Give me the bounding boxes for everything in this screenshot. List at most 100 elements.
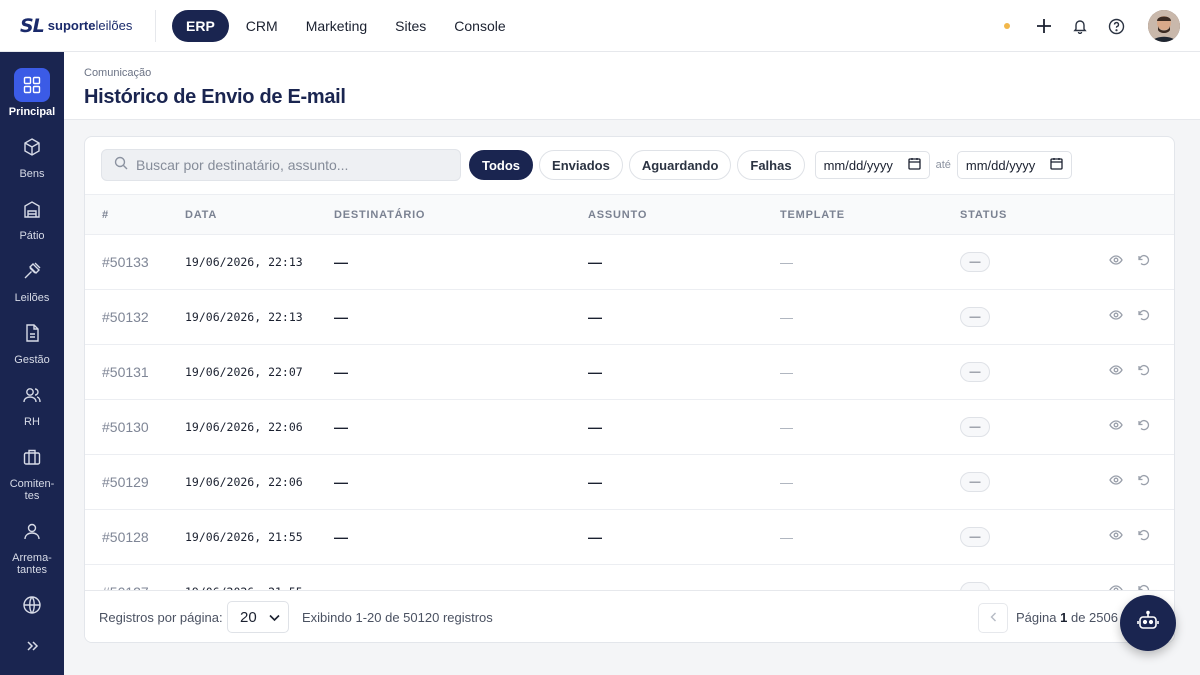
resend-icon[interactable] xyxy=(1137,528,1151,547)
chatbot-button[interactable] xyxy=(1120,595,1176,651)
row-actions xyxy=(1109,290,1151,344)
email-template: — xyxy=(780,419,793,435)
resend-icon[interactable] xyxy=(1137,473,1151,492)
brand-logo[interactable]: SL suporteleilões xyxy=(0,9,156,42)
sidebar: Principal Bens Pátio Leilões Gestão RH C… xyxy=(0,52,64,675)
per-page-value: 20 xyxy=(240,608,257,626)
top-actions xyxy=(1004,10,1180,42)
sidebar-item-comitentes[interactable]: Comiten- tes xyxy=(0,440,64,502)
sidebar-item-label: Gestão xyxy=(14,354,50,366)
view-icon[interactable] xyxy=(1109,418,1123,437)
sidebar-item-label: Pátio xyxy=(19,230,45,242)
table-row[interactable]: #50132 19/06/2026, 22:13 — — — — xyxy=(85,290,1174,345)
per-page-select[interactable]: 20 xyxy=(227,601,289,633)
table-header: # DATA DESTINATÁRIO ASSUNTO TEMPLATE STA… xyxy=(85,194,1174,235)
sidebar-item-label: Leilões xyxy=(14,292,50,304)
globe-icon xyxy=(14,588,50,622)
resend-icon[interactable] xyxy=(1137,308,1151,327)
logo-mark: SL xyxy=(20,14,45,37)
date-from-value: mm/dd/yyyy xyxy=(823,157,893,173)
status-dot xyxy=(1004,23,1010,29)
main-nav: ERP CRM Marketing Sites Console xyxy=(172,9,517,42)
sidebar-item-principal[interactable]: Principal xyxy=(0,68,64,118)
email-subject: — xyxy=(588,364,602,380)
expand-sidebar-icon[interactable] xyxy=(22,638,42,659)
sidebar-item-leiloes[interactable]: Leilões xyxy=(0,254,64,304)
column-header-status: STATUS xyxy=(960,209,1008,221)
sidebar-item-bens[interactable]: Bens xyxy=(0,130,64,180)
table-row[interactable]: #50129 19/06/2026, 22:06 — — — — xyxy=(85,455,1174,510)
row-actions xyxy=(1109,455,1151,509)
email-date: 19/06/2026, 22:06 xyxy=(185,475,303,489)
search-input[interactable] xyxy=(136,157,456,173)
row-actions xyxy=(1109,400,1151,454)
row-actions xyxy=(1109,345,1151,399)
email-recipient: — xyxy=(334,309,348,325)
filters-bar: Todos Enviados Aguardando Falhas mm/dd/y… xyxy=(101,149,1072,181)
email-date: 19/06/2026, 22:13 xyxy=(185,255,303,269)
sidebar-item-gestao[interactable]: Gestão xyxy=(0,316,64,366)
view-icon[interactable] xyxy=(1109,528,1123,547)
view-icon[interactable] xyxy=(1109,308,1123,327)
email-id: #50130 xyxy=(102,419,149,435)
box-icon xyxy=(14,130,50,164)
breadcrumb[interactable]: Comunicação xyxy=(84,67,151,79)
filter-chip-todos[interactable]: Todos xyxy=(469,150,534,180)
email-recipient: — xyxy=(334,254,348,270)
resend-icon[interactable] xyxy=(1137,253,1151,272)
avatar[interactable] xyxy=(1148,10,1180,42)
sidebar-item-sites[interactable] xyxy=(0,588,64,626)
user-icon xyxy=(14,514,50,548)
table-row[interactable]: #50130 19/06/2026, 22:06 — — — — xyxy=(85,400,1174,455)
email-subject: — xyxy=(588,529,602,545)
nav-marketing[interactable]: Marketing xyxy=(295,10,378,42)
table-row[interactable]: #50133 19/06/2026, 22:13 — — — — xyxy=(85,235,1174,290)
status-badge: — xyxy=(960,307,990,327)
nav-console[interactable]: Console xyxy=(443,10,516,42)
table-row[interactable]: #50128 19/06/2026, 21:55 — — — — xyxy=(85,510,1174,565)
email-date: 19/06/2026, 22:07 xyxy=(185,365,303,379)
previous-page-button[interactable] xyxy=(978,603,1008,633)
email-id: #50132 xyxy=(102,309,149,325)
bell-icon[interactable] xyxy=(1070,16,1090,36)
grid-icon xyxy=(14,68,50,102)
sidebar-item-arrematantes[interactable]: Arrema- tantes xyxy=(0,514,64,576)
filter-chip-enviados[interactable]: Enviados xyxy=(539,150,623,180)
filter-chip-aguardando[interactable]: Aguardando xyxy=(628,150,732,180)
sidebar-item-rh[interactable]: RH xyxy=(0,378,64,428)
status-cell: — xyxy=(960,400,990,454)
date-from-field[interactable]: mm/dd/yyyy xyxy=(814,151,930,179)
nav-erp[interactable]: ERP xyxy=(172,9,229,42)
help-icon[interactable] xyxy=(1106,16,1126,36)
sidebar-item-patio[interactable]: Pátio xyxy=(0,192,64,242)
status-cell: — xyxy=(960,235,990,289)
view-icon[interactable] xyxy=(1109,363,1123,382)
sidebar-item-label: Comiten- tes xyxy=(9,478,55,502)
resend-icon[interactable] xyxy=(1137,418,1151,437)
plus-icon[interactable] xyxy=(1034,16,1054,36)
nav-crm[interactable]: CRM xyxy=(235,10,289,42)
email-template: — xyxy=(780,364,793,380)
sidebar-item-label: RH xyxy=(24,416,40,428)
nav-sites[interactable]: Sites xyxy=(384,10,437,42)
email-subject: — xyxy=(588,254,602,270)
records-info: Exibindo 1-20 de 50120 registros xyxy=(302,610,493,625)
table-row[interactable]: #50131 19/06/2026, 22:07 — — — — xyxy=(85,345,1174,400)
row-actions xyxy=(1109,235,1151,289)
search-icon xyxy=(114,156,128,175)
users-icon xyxy=(14,378,50,412)
view-icon[interactable] xyxy=(1109,253,1123,272)
calendar-icon xyxy=(907,157,921,173)
per-page-label: Registros por página: xyxy=(99,610,223,625)
view-icon[interactable] xyxy=(1109,473,1123,492)
resend-icon[interactable] xyxy=(1137,363,1151,382)
row-actions xyxy=(1109,510,1151,564)
status-badge: — xyxy=(960,472,990,492)
status-badge: — xyxy=(960,527,990,547)
email-subject: — xyxy=(588,419,602,435)
date-to-field[interactable]: mm/dd/yyyy xyxy=(956,151,1072,179)
email-recipient: — xyxy=(334,529,348,545)
filter-chip-falhas[interactable]: Falhas xyxy=(737,150,805,180)
date-separator: até xyxy=(935,159,951,171)
page-indicator: Página 1 de 2506 xyxy=(1016,610,1118,625)
